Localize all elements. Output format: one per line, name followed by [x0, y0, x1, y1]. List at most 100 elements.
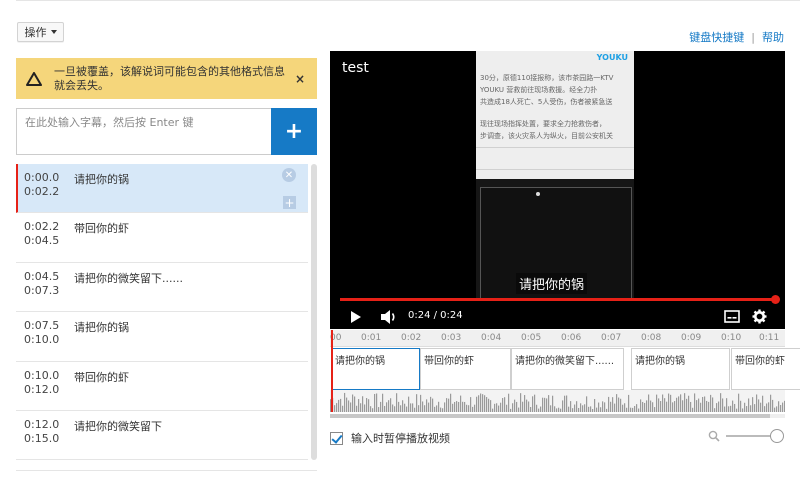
timeline-tick: 0:05 — [521, 333, 542, 343]
pause-while-typing-option[interactable]: 输入时暂停播放视频 — [330, 430, 450, 446]
help-link[interactable]: 帮助 — [762, 29, 784, 45]
zoom-slider-knob[interactable] — [770, 429, 784, 443]
timeline-tick: 0:04 — [481, 333, 502, 343]
caption-input[interactable] — [16, 108, 272, 155]
progress-bar[interactable] — [340, 298, 774, 301]
frame-logo: YOUKU — [596, 53, 628, 62]
caption-text[interactable]: 请把你的微笑留下 — [74, 418, 162, 459]
caption-end-time[interactable]: 0:10.0 — [24, 333, 74, 347]
delete-caption-icon[interactable]: ✕ — [282, 168, 296, 182]
caret-down-icon — [50, 30, 57, 34]
caption-end-time[interactable]: 0:12.0 — [24, 383, 74, 397]
caption-row[interactable]: 0:10.0 0:12.0 带回你的虾 — [16, 362, 308, 411]
caption-start-time[interactable]: 0:12.0 — [24, 418, 74, 432]
caption-text[interactable]: 请把你的锅 — [74, 171, 129, 212]
caption-end-time[interactable]: 0:04.5 — [24, 234, 74, 248]
caption-times: 0:07.5 0:10.0 — [24, 319, 74, 360]
volume-icon[interactable] — [380, 309, 398, 325]
timeline-tick: 0:09 — [681, 333, 702, 343]
caption-text[interactable]: 带回你的虾 — [74, 369, 129, 410]
frame-text-line: 现往现场指挥处置，要求全力抢救伤者， — [480, 120, 606, 128]
caption-row[interactable]: 0:02.2 0:04.5 带回你的虾 — [16, 213, 308, 263]
zoom-magnifier-icon — [708, 430, 720, 442]
caption-row[interactable]: 0:00.0 0:02.2 请把你的锅 ✕ + — [16, 164, 308, 214]
timeline-tick: 0:03 — [441, 333, 462, 343]
frame-divider — [476, 147, 634, 148]
time-display: 0:24 / 0:24 — [408, 310, 463, 321]
video-player[interactable]: YOUKU 30分，原德110接报称，该市茶园路一KTV YOUKU 营救前往现… — [330, 51, 785, 329]
timeline-ruler: 00 0:01 0:02 0:03 0:04 0:05 0:06 0:07 0:… — [330, 330, 785, 347]
timeline-tick: 0:02 — [401, 333, 422, 343]
timeline-segment[interactable]: 请把你的微笑留下...... — [511, 348, 624, 390]
caption-start-time[interactable]: 0:07.5 — [24, 319, 74, 333]
progress-knob[interactable] — [771, 295, 780, 304]
zoom-slider-track[interactable] — [726, 435, 776, 437]
top-links: 键盘快捷键 | 帮助 — [689, 29, 784, 45]
caption-start-time[interactable]: 0:00.0 — [24, 171, 74, 185]
timeline-tick: 0:10 — [721, 333, 742, 343]
settings-gear-icon[interactable] — [752, 309, 767, 324]
warning-triangle-icon — [26, 71, 42, 86]
caption-text[interactable]: 带回你的虾 — [74, 220, 129, 261]
caption-end-time[interactable]: 0:07.3 — [24, 284, 74, 298]
caption-list-scrollbar[interactable] — [311, 164, 317, 460]
caption-text[interactable]: 请把你的锅 — [74, 319, 129, 360]
link-separator: | — [751, 30, 755, 44]
pause-checkbox[interactable] — [330, 431, 343, 445]
frame-divider — [476, 169, 634, 170]
caption-start-time[interactable]: 0:04.5 — [24, 270, 74, 284]
timeline-segments: 请把你的锅 带回你的虾 请把你的微笑留下...... 请把你的锅 带回你的虾 — [330, 348, 800, 390]
frame-dot — [536, 192, 540, 196]
timeline-segment[interactable]: 带回你的虾 — [420, 348, 511, 390]
timeline-segment[interactable]: 请把你的锅 — [331, 348, 420, 390]
caption-start-time[interactable]: 0:10.0 — [24, 369, 74, 383]
insert-caption-icon[interactable]: + — [283, 196, 296, 210]
frame-text-line: 30分，原德110接报称，该市茶园路一KTV — [480, 74, 614, 82]
timeline-segment[interactable]: 请把你的锅 — [631, 348, 730, 390]
frame-text-line: 共造成18人死亡、5人受伤，伤者被紧急送 — [480, 98, 613, 106]
frame-article-screenshot: YOUKU 30分，原德110接报称，该市茶园路一KTV YOUKU 营救前往现… — [476, 51, 634, 179]
caption-times: 0:04.5 0:07.3 — [24, 270, 74, 311]
audio-waveform — [330, 390, 785, 412]
caption-times: 0:02.2 0:04.5 — [24, 220, 74, 261]
timeline-segment[interactable]: 带回你的虾 — [731, 348, 800, 390]
caption-timeline[interactable]: 00 0:01 0:02 0:03 0:04 0:05 0:06 0:07 0:… — [330, 330, 800, 420]
caption-row[interactable]: 0:04.5 0:07.3 请把你的微笑留下...... — [16, 263, 308, 313]
frame-text-line: YOUKU 营救前往现场救援。经全力扑 — [480, 86, 598, 94]
timeline-tick: 0:06 — [561, 333, 582, 343]
video-caption-overlay: 请把你的锅 — [516, 273, 588, 294]
overwrite-warning-banner: 一旦被覆盖，该解说词可能包含的其他格式信息就会丢失。 × — [16, 58, 317, 99]
add-caption-button[interactable]: + — [271, 108, 317, 155]
bottom-divider — [16, 470, 317, 471]
caption-text[interactable]: 请把你的微笑留下...... — [74, 270, 183, 311]
caption-input-area: + — [16, 108, 317, 155]
operations-label: 操作 — [24, 26, 47, 39]
pause-label: 输入时暂停播放视频 — [351, 432, 450, 445]
keyboard-shortcuts-link[interactable]: 键盘快捷键 — [689, 29, 744, 45]
video-frame: YOUKU 30分，原德110接报称，该市茶园路一KTV YOUKU 营救前往现… — [476, 51, 634, 299]
caption-times: 0:00.0 0:02.2 — [24, 171, 74, 212]
top-divider — [16, 0, 800, 1]
warning-close-icon[interactable]: × — [295, 72, 305, 86]
timeline-scrollbar[interactable] — [330, 414, 785, 418]
subtitles-icon[interactable] — [724, 310, 740, 323]
timeline-tick: 0:07 — [601, 333, 622, 343]
video-title: test — [342, 60, 369, 76]
operations-dropdown-button[interactable]: 操作 — [17, 22, 64, 42]
warning-text: 一旦被覆盖，该解说词可能包含的其他格式信息就会丢失。 — [54, 64, 285, 92]
caption-row[interactable]: 0:12.0 0:15.0 请把你的微笑留下 — [16, 411, 308, 461]
play-icon[interactable] — [350, 310, 362, 324]
timeline-tick: 0:01 — [361, 333, 382, 343]
timeline-tick: 0:08 — [641, 333, 662, 343]
caption-start-time[interactable]: 0:02.2 — [24, 220, 74, 234]
timeline-playhead[interactable] — [331, 330, 333, 412]
player-controls: 0:24 / 0:24 — [330, 305, 785, 329]
caption-end-time[interactable]: 0:15.0 — [24, 432, 74, 446]
timeline-tick: 0:11 — [759, 333, 780, 343]
caption-row[interactable]: 0:07.5 0:10.0 请把你的锅 — [16, 312, 308, 362]
caption-end-time[interactable]: 0:02.2 — [24, 185, 74, 199]
timeline-scroll-thumb[interactable] — [330, 414, 770, 418]
timeline-zoom — [708, 428, 788, 444]
caption-times: 0:12.0 0:15.0 — [24, 418, 74, 459]
caption-times: 0:10.0 0:12.0 — [24, 369, 74, 410]
